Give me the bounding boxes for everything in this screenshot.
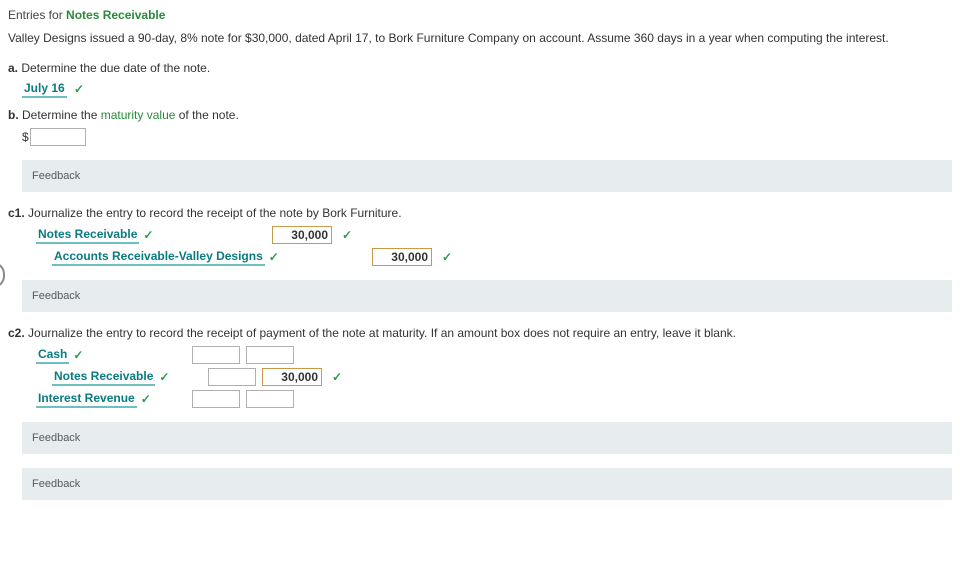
account-notes-receivable[interactable]: Notes Receivable <box>36 227 139 244</box>
feedback-bar-1[interactable]: Feedback <box>22 160 952 192</box>
check-icon: ✓ <box>159 370 169 384</box>
maturity-value-input[interactable] <box>30 128 86 146</box>
debit-input[interactable] <box>272 226 332 244</box>
check-icon: ✓ <box>74 82 84 96</box>
feedback-bar-3[interactable]: Feedback <box>22 422 952 454</box>
check-icon: ✓ <box>141 392 151 406</box>
debit-input[interactable] <box>192 390 240 408</box>
account-interest-revenue[interactable]: Interest Revenue <box>36 391 137 408</box>
section-c1: c1. Journalize the entry to record the r… <box>8 206 952 220</box>
account-notes-receivable[interactable]: Notes Receivable <box>52 369 155 386</box>
journal-c1-row-2: Accounts Receivable-Valley Designs ✓ ✓ <box>36 248 952 266</box>
section-b-label: b. <box>8 108 19 122</box>
decorative-circle <box>0 262 5 288</box>
journal-c2-row-3: Interest Revenue ✓ <box>36 390 952 408</box>
check-icon: ✓ <box>332 370 342 384</box>
credit-input[interactable] <box>246 390 294 408</box>
journal-c2-row-1: Cash ✓ <box>36 346 952 364</box>
section-c2: c2. Journalize the entry to record the r… <box>8 326 952 340</box>
page-title: Entries for Notes Receivable <box>8 8 952 22</box>
title-prefix: Entries for <box>8 8 66 22</box>
check-icon: ✓ <box>269 250 279 264</box>
section-c1-text: Journalize the entry to record the recei… <box>28 206 402 220</box>
check-icon: ✓ <box>442 250 452 264</box>
account-cash[interactable]: Cash <box>36 347 69 364</box>
check-icon: ✓ <box>143 228 153 242</box>
account-ar-valley[interactable]: Accounts Receivable-Valley Designs <box>52 249 265 266</box>
section-b-text-post: of the note. <box>175 108 238 122</box>
check-icon: ✓ <box>342 228 352 242</box>
section-a: a. Determine the due date of the note. <box>8 61 952 75</box>
feedback-bar-4[interactable]: Feedback <box>22 468 952 500</box>
problem-statement: Valley Designs issued a 90-day, 8% note … <box>8 30 952 47</box>
section-c2-text: Journalize the entry to record the recei… <box>28 326 736 340</box>
journal-c2-row-2: Notes Receivable ✓ ✓ <box>36 368 952 386</box>
section-c2-label: c2. <box>8 326 25 340</box>
debit-input[interactable] <box>208 368 256 386</box>
credit-input[interactable] <box>372 248 432 266</box>
section-c1-label: c1. <box>8 206 25 220</box>
section-b-text-pre: Determine the <box>22 108 101 122</box>
credit-input[interactable] <box>246 346 294 364</box>
maturity-value-term[interactable]: maturity value <box>101 108 176 122</box>
section-a-text: Determine the due date of the note. <box>21 61 210 75</box>
section-b: b. Determine the maturity value of the n… <box>8 108 952 122</box>
journal-c2-table: Cash ✓ Notes Receivable ✓ ✓ Interest Reven… <box>36 346 952 408</box>
title-highlight: Notes Receivable <box>66 8 165 22</box>
journal-c1-row-1: Notes Receivable ✓ ✓ <box>36 226 952 244</box>
check-icon: ✓ <box>73 348 83 362</box>
feedback-bar-2[interactable]: Feedback <box>22 280 952 312</box>
date-answer-link[interactable]: July 16 <box>22 81 67 98</box>
credit-input[interactable] <box>262 368 322 386</box>
debit-input[interactable] <box>192 346 240 364</box>
section-a-label: a. <box>8 61 18 75</box>
dollar-sign: $ <box>22 130 29 144</box>
